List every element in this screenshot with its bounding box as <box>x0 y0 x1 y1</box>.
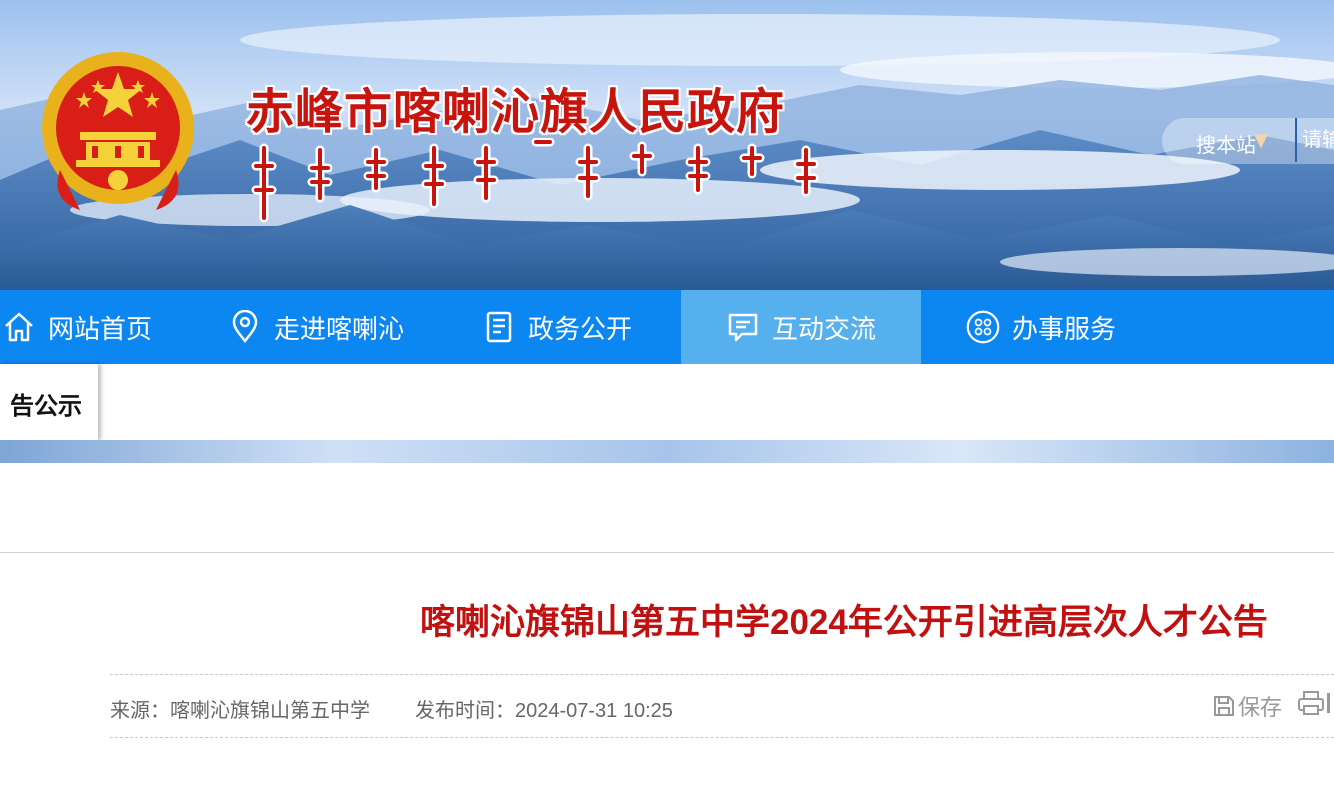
nav-label-interaction: 互动交流 <box>771 313 876 344</box>
sub-tab-notice[interactable]: 告公示 <box>0 364 98 440</box>
nav-label-government-affairs: 政务公开 <box>528 313 633 344</box>
save-button[interactable]: 保存 <box>1212 690 1282 722</box>
sub-tab-label: 告公示 <box>10 393 82 420</box>
site-title: 赤峰市喀喇沁旗人民政府 <box>246 84 786 140</box>
nav-label-home: 网站首页 <box>48 313 153 344</box>
nav-item-services[interactable]: 办事服务 <box>966 290 1116 364</box>
print-button[interactable] <box>1297 690 1334 716</box>
main-nav: 网站首页 走进喀喇沁 政务公开 互动交流 办事服务 <box>0 290 1334 364</box>
nav-item-about[interactable]: 走进喀喇沁 <box>228 290 404 364</box>
nav-item-interaction[interactable]: 互动交流 <box>681 290 921 364</box>
decorative-strip <box>0 440 1334 463</box>
divider-dashed-top <box>110 674 1334 675</box>
chat-icon <box>726 310 760 344</box>
search-input[interactable] <box>1298 118 1334 162</box>
nav-item-home[interactable]: 网站首页 <box>2 290 152 364</box>
location-pin-icon <box>228 310 262 344</box>
nav-label-about: 走进喀喇沁 <box>274 313 405 344</box>
header-banner: 赤峰市喀喇沁旗人民政府 搜本站 ▼ 请输入关键词 <box>0 0 1334 290</box>
article-source: 来源：喀喇沁旗锦山第五中学 <box>110 700 370 722</box>
grid-services-icon <box>966 310 1000 344</box>
national-emblem <box>42 52 194 210</box>
nav-item-government-affairs[interactable]: 政务公开 <box>482 290 632 364</box>
home-icon <box>2 310 36 344</box>
divider <box>0 552 1334 553</box>
nav-label-services: 办事服务 <box>1012 313 1117 344</box>
search-divider <box>1295 118 1297 162</box>
save-icon <box>1212 694 1236 718</box>
sub-nav-bar: 告公示 <box>0 364 1334 440</box>
print-label-clipped <box>1327 693 1334 713</box>
search-scope-select[interactable]: 搜本站 <box>1196 129 1256 158</box>
article-title: 喀喇沁旗锦山第五中学2024年公开引进高层次人才公告 <box>420 603 1268 642</box>
divider-dashed-bottom <box>110 737 1334 738</box>
article-publish-time: 发布时间：2024-07-31 10:25 <box>415 700 673 722</box>
printer-icon <box>1297 690 1325 716</box>
document-icon <box>482 310 516 344</box>
dropdown-arrow-icon[interactable]: ▼ <box>1254 130 1268 151</box>
mongolian-script-title <box>251 138 819 223</box>
save-label: 保存 <box>1238 695 1283 720</box>
site-search: 搜本站 ▼ <box>1162 118 1334 164</box>
